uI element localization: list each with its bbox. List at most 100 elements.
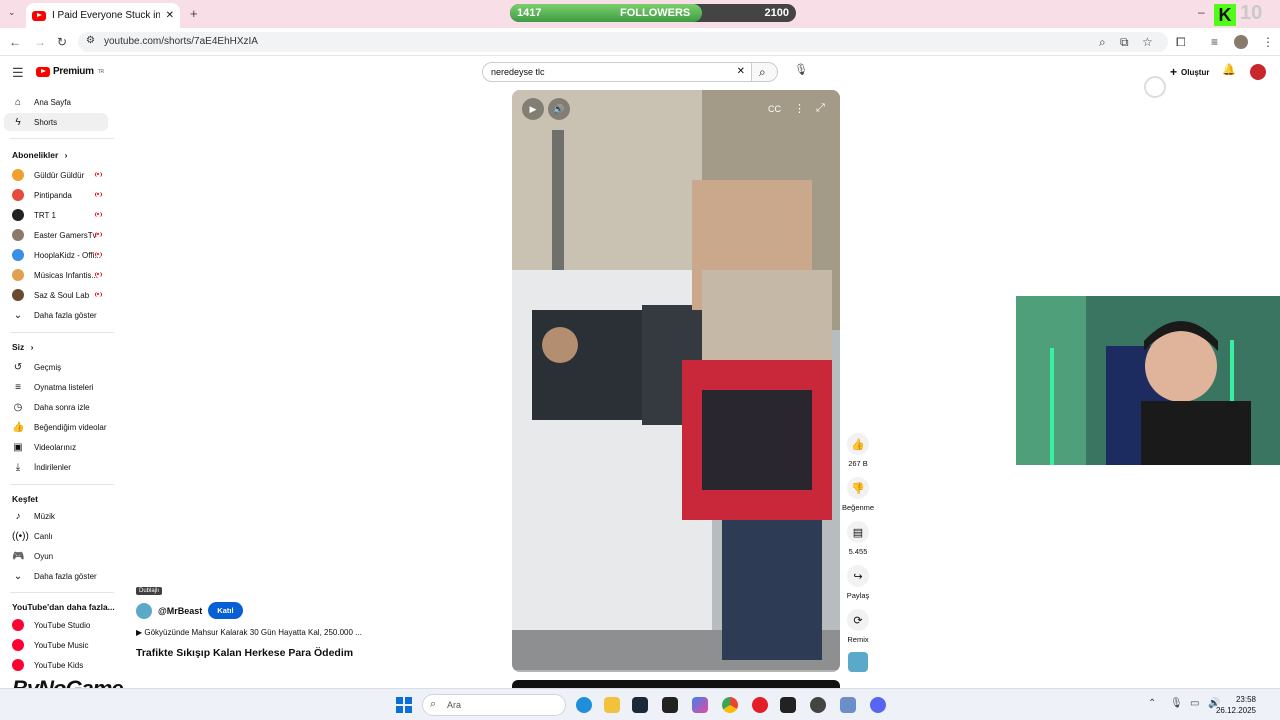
voice-search-icon[interactable]: 🎙 xyxy=(794,65,808,76)
sidebar-item-youtube-kids[interactable]: YouTube Kids xyxy=(4,656,108,674)
captions-icon[interactable]: CC xyxy=(768,104,781,114)
opera-icon[interactable] xyxy=(752,697,768,713)
reload-icon[interactable]: ↻ xyxy=(57,36,67,48)
show-hidden-icons-icon[interactable]: ⌃ xyxy=(1148,699,1156,709)
tab-search-chevron-icon[interactable]: ⌄ xyxy=(8,8,16,17)
channel-avatar xyxy=(12,289,24,301)
back-icon[interactable]: ← xyxy=(9,36,21,48)
followers-label: FOLLOWERS xyxy=(620,7,691,19)
app-icon[interactable] xyxy=(840,697,856,713)
sidebar-item-watch-later[interactable]: ◷ Daha sonra izle xyxy=(4,398,108,416)
install-app-icon[interactable]: ⧉ xyxy=(1120,36,1129,48)
show-more-subscriptions[interactable]: ⌄ Daha fazla göster xyxy=(4,306,108,324)
extensions-icon[interactable]: ⧠ xyxy=(1176,36,1186,48)
profile-avatar[interactable] xyxy=(1234,35,1248,49)
sidebar-item-playlists[interactable]: ≡ Oynatma listeleri xyxy=(4,378,108,396)
sidebar-item-subscription[interactable]: Saz & Soul Lab xyxy=(4,286,108,304)
sidebar-item-shorts[interactable]: ϟ Shorts xyxy=(4,113,108,131)
more-options-icon[interactable]: ⋮ xyxy=(794,102,805,115)
bookmark-star-icon[interactable]: ☆ xyxy=(1142,36,1153,48)
obs-icon[interactable] xyxy=(810,697,826,713)
volume-icon[interactable]: 🔊 xyxy=(548,98,570,120)
share-button[interactable]: ↪ Paylaş xyxy=(842,565,874,600)
sidebar-item-downloads[interactable]: ⤓ İndirilenler xyxy=(4,458,108,476)
sidebar-item-liked[interactable]: 👍 Beğendiğim videolar xyxy=(4,418,108,436)
tab-title: I Paid Everyone Stuck in Traffic xyxy=(52,10,160,21)
followers-current: 1417 xyxy=(517,7,542,19)
sidebar-item-live[interactable]: ((•)) Canlı xyxy=(4,527,108,545)
hamburger-menu-icon[interactable]: ☰ xyxy=(12,66,24,79)
sidebar-item-label: Geçmiş xyxy=(34,362,62,372)
forward-icon[interactable]: → xyxy=(34,36,46,48)
like-button[interactable]: 👍 267 B xyxy=(842,433,874,468)
sidebar-item-history[interactable]: ↺ Geçmiş xyxy=(4,358,108,376)
sidebar-item-subscription[interactable]: HooplaKidz - Offi... xyxy=(4,246,108,264)
account-avatar[interactable] xyxy=(1250,64,1266,80)
notifications-bell-icon[interactable]: 🔔 xyxy=(1222,65,1236,76)
fullscreen-icon[interactable]: ⤢ xyxy=(816,102,825,115)
minimize-icon[interactable]: – xyxy=(1198,6,1205,18)
sidebar-item-subscription[interactable]: Güldür Güldür xyxy=(4,166,108,184)
clear-search-icon[interactable]: ✕ xyxy=(737,66,745,77)
search-button[interactable]: ⌕ xyxy=(752,62,778,82)
you-heading[interactable]: Siz › xyxy=(12,342,34,352)
edge-browser-icon[interactable] xyxy=(576,697,592,713)
sidebar-item-label: Músicas Infantis... xyxy=(34,270,99,280)
url-field[interactable]: ⚙ youtube.com/shorts/7aE4EhHXzIA xyxy=(78,32,1168,52)
discord-icon[interactable] xyxy=(870,697,886,713)
video-progress-track[interactable] xyxy=(512,670,840,672)
browser-menu-icon[interactable]: ⋮ xyxy=(1262,36,1274,48)
site-settings-icon[interactable]: ⚙ xyxy=(86,35,95,46)
zoom-icon[interactable]: ⌕ xyxy=(1099,36,1106,48)
related-video-link[interactable]: ▶ Gökyüzünde Mahsur Kalarak 30 Gün Hayat… xyxy=(136,628,362,637)
short-video-player[interactable]: ▶ 🔊 CC ⋮ ⤢ xyxy=(512,90,840,672)
sidebar-item-your-videos[interactable]: ▣ Videolarınız xyxy=(4,438,108,456)
epic-games-icon[interactable] xyxy=(662,697,678,713)
taskbar-search-input[interactable]: ⌕ Ara xyxy=(422,694,566,716)
sidebar-item-home[interactable]: ⌂ Ana Sayfa xyxy=(4,93,108,111)
microphone-icon[interactable]: 🎙 xyxy=(1170,699,1183,709)
comments-button[interactable]: ▤ 5.455 xyxy=(842,521,874,556)
sidebar-item-label: Shorts xyxy=(34,117,58,127)
windows-start-icon[interactable] xyxy=(396,697,412,713)
close-tab-icon[interactable]: ✕ xyxy=(166,10,174,21)
sidebar-item-youtube-music[interactable]: YouTube Music xyxy=(4,636,108,654)
sidebar-item-label: TRT 1 xyxy=(34,210,56,220)
streamer-webcam xyxy=(1016,296,1280,465)
channel-name[interactable]: @MrBeast xyxy=(158,606,202,616)
youtube-premium-logo[interactable]: Premium TR xyxy=(36,66,104,77)
media-controls-icon[interactable]: ≡ xyxy=(1211,36,1218,48)
capcut-icon[interactable] xyxy=(780,697,796,713)
channel-avatar xyxy=(12,209,24,221)
play-button[interactable]: ▶ xyxy=(522,98,544,120)
join-button[interactable]: Katıl xyxy=(208,602,243,619)
show-more-explore[interactable]: ⌄ Daha fazla göster xyxy=(4,567,108,585)
your-videos-icon: ▣ xyxy=(13,441,23,453)
subscriptions-heading[interactable]: Abonelikler › xyxy=(12,150,68,160)
steam-icon[interactable] xyxy=(632,697,648,713)
sidebar-item-music[interactable]: ♪ Müzik xyxy=(4,507,108,525)
next-short-preview[interactable] xyxy=(512,680,840,688)
channel-avatar[interactable] xyxy=(136,602,152,619)
chrome-icon[interactable] xyxy=(722,697,738,713)
create-button[interactable]: + Oluştur xyxy=(1164,62,1214,82)
sidebar-item-subscription[interactable]: Músicas Infantis... xyxy=(4,266,108,284)
browser-tab[interactable]: I Paid Everyone Stuck in Traffic ✕ xyxy=(26,3,180,28)
file-explorer-icon[interactable] xyxy=(604,697,620,713)
sidebar-item-subscription[interactable]: TRT 1 xyxy=(4,206,108,224)
sidebar-divider xyxy=(10,592,114,593)
sidebar-item-youtube-studio[interactable]: YouTube Studio xyxy=(4,616,108,634)
copilot-icon[interactable] xyxy=(692,697,708,713)
remix-button[interactable]: ⟳ Remix xyxy=(842,609,874,644)
sound-avatar[interactable] xyxy=(848,652,868,672)
system-clock[interactable]: 23:58 26.12.2025 xyxy=(1216,694,1256,716)
channel-avatar xyxy=(12,249,24,261)
video-frame xyxy=(512,90,840,672)
new-tab-icon[interactable]: + xyxy=(190,7,198,20)
network-icon[interactable]: ▭ xyxy=(1190,699,1199,709)
sidebar-item-gaming[interactable]: 🎮 Oyun xyxy=(4,547,108,565)
search-input[interactable]: neredeyse tlc ✕ xyxy=(482,62,752,82)
dislike-button[interactable]: 👎 Beğenme xyxy=(842,477,874,512)
sidebar-item-subscription[interactable]: Pintipanda xyxy=(4,186,108,204)
sidebar-item-subscription[interactable]: Easter GamersTv xyxy=(4,226,108,244)
